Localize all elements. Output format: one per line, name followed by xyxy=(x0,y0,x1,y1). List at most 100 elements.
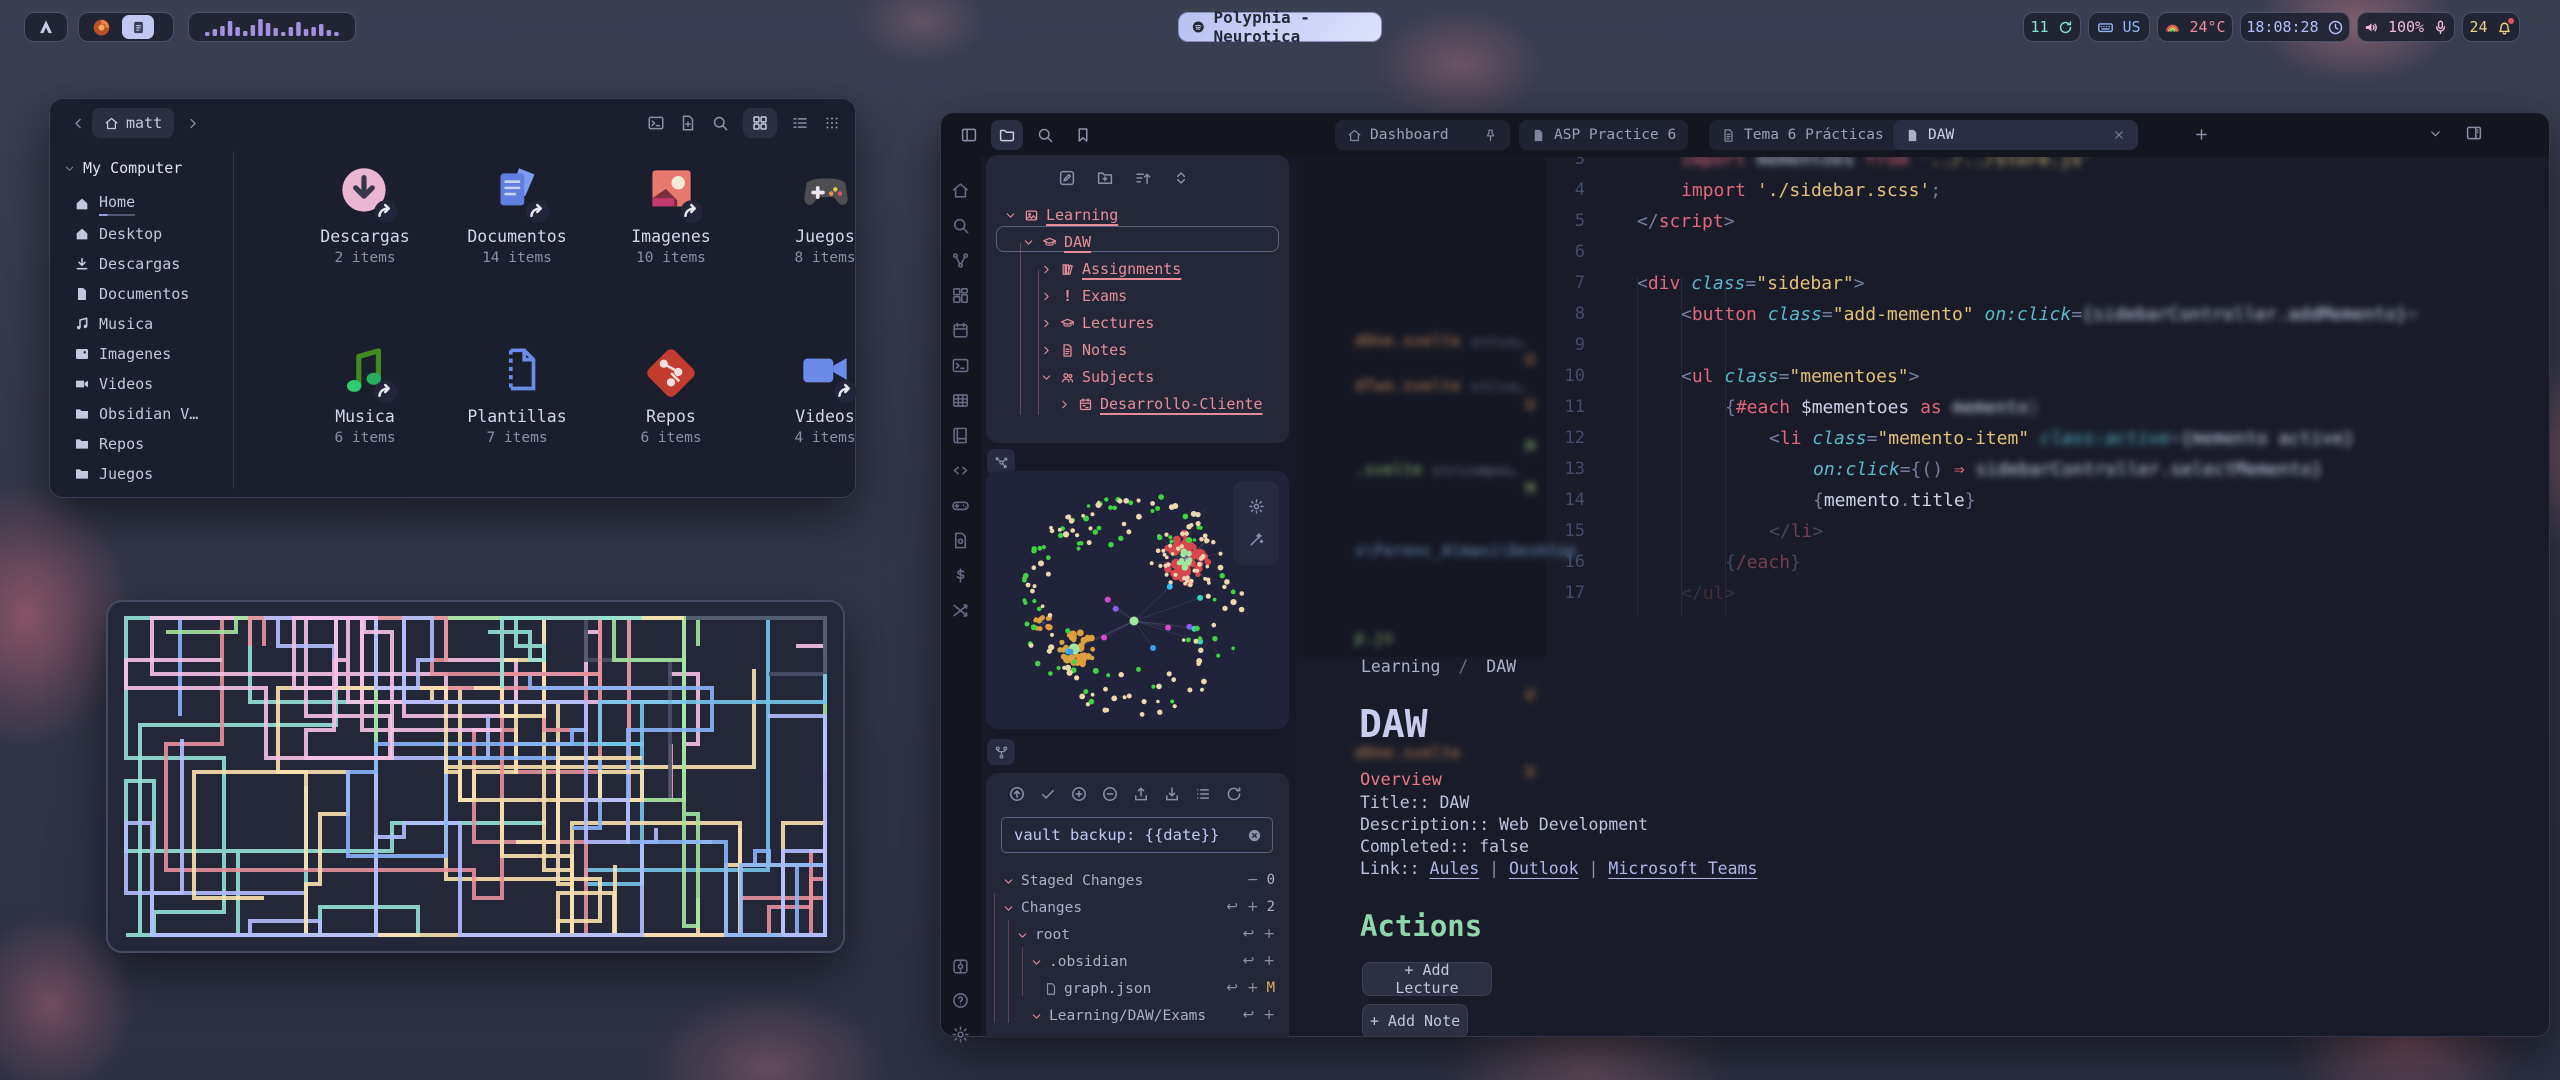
ribbon-git-graph-button[interactable] xyxy=(941,251,979,270)
ribbon-file-badge-button[interactable] xyxy=(941,531,979,550)
clock-widget[interactable]: 18:08:28 xyxy=(2240,12,2350,42)
ribbon-calendar-button[interactable] xyxy=(941,321,979,340)
new-tab-button[interactable] xyxy=(2193,126,2210,143)
git-row-.obsidian[interactable]: .obsidian xyxy=(1030,950,1128,974)
sidebar-item-videos[interactable]: Videos xyxy=(74,371,153,397)
tab-asp-practice-6[interactable]: ASP Practice 6 xyxy=(1519,120,1688,150)
git-row-staged-changes[interactable]: Staged Changes xyxy=(1002,869,1143,893)
collapse-all-button[interactable] xyxy=(1172,169,1190,187)
search-button[interactable] xyxy=(1029,120,1061,150)
grid-view-button[interactable] xyxy=(743,108,777,138)
folder-tile-musica[interactable]: Musica 6 items xyxy=(290,341,440,446)
ribbon-terminal-button[interactable] xyxy=(941,356,979,375)
tab-daw[interactable]: DAW xyxy=(1893,120,2138,150)
volume-widget[interactable]: 100% xyxy=(2357,12,2455,42)
sidebar-item-repos[interactable]: Repos xyxy=(74,431,144,457)
folder-tile-imagenes[interactable]: Imagenes 10 items xyxy=(596,161,746,266)
ribbon-home-button[interactable] xyxy=(941,181,979,200)
compact-view-button[interactable] xyxy=(823,114,841,132)
forward-button[interactable] xyxy=(178,116,206,131)
sidebar-item-obsidian-v-[interactable]: Obsidian V… xyxy=(74,401,198,427)
tab-tema-6-pr-cticas-[interactable]: Tema 6 Prácticas -… xyxy=(1709,120,1922,150)
ribbon-search-button[interactable] xyxy=(941,216,979,235)
pull-button[interactable] xyxy=(1163,785,1181,803)
git-row-learning-daw-exams[interactable]: Learning/DAW/Exams xyxy=(1030,1004,1206,1028)
change-list-button[interactable] xyxy=(1194,785,1212,803)
sidebar-item-home[interactable]: Home xyxy=(74,191,135,217)
back-button[interactable] xyxy=(64,116,92,131)
bookmark-button[interactable] xyxy=(1067,120,1099,150)
ribbon-book-button[interactable] xyxy=(941,426,979,445)
stage-all-button[interactable] xyxy=(1070,785,1088,803)
ribbon-shuffle-button[interactable] xyxy=(941,601,979,620)
folder-tile-videos[interactable]: Videos 4 items xyxy=(750,341,900,446)
terminal-button[interactable] xyxy=(647,114,665,132)
folder-tile-plantillas[interactable]: Plantillas 7 items xyxy=(442,341,592,446)
updates-widget[interactable]: 11 xyxy=(2023,12,2081,42)
commit-sync-button[interactable] xyxy=(1008,785,1026,803)
note-breadcrumb[interactable]: Learning / DAW xyxy=(1361,657,1516,676)
ribbon-settings-button[interactable] xyxy=(941,1025,979,1044)
graph-settings-button[interactable] xyxy=(1248,498,1265,515)
files-button[interactable] xyxy=(991,120,1023,150)
git-row-actions[interactable]: ↩ +2 xyxy=(1226,899,1275,915)
launcher-button[interactable] xyxy=(24,12,68,42)
list-view-button[interactable] xyxy=(791,114,809,132)
sidebar-item-musica[interactable]: Musica xyxy=(74,311,153,337)
breadcrumb[interactable]: matt xyxy=(92,108,174,138)
commit-message-input[interactable] xyxy=(1012,825,1247,845)
sidebar-item-imagenes[interactable]: Imagenes xyxy=(74,341,171,367)
refresh-button[interactable] xyxy=(1225,785,1243,803)
sidebar-item-descargas[interactable]: Descargas xyxy=(74,251,180,277)
sidebar-item-juegos[interactable]: Juegos xyxy=(74,461,153,487)
sort-button[interactable] xyxy=(1134,169,1152,187)
explorer-item-subjects[interactable]: Subjects xyxy=(1040,365,1154,389)
notifications-widget[interactable]: 24 xyxy=(2462,12,2520,42)
clear-input-icon[interactable] xyxy=(1247,828,1262,843)
tab-close-button[interactable] xyxy=(2112,128,2126,142)
git-row-changes[interactable]: Changes xyxy=(1002,896,1082,920)
note-link-outlook[interactable]: Outlook xyxy=(1509,859,1579,878)
new-file-button[interactable] xyxy=(679,114,697,132)
ribbon-table-button[interactable] xyxy=(941,391,979,410)
ribbon-layout-button[interactable] xyxy=(941,286,979,305)
explorer-item-lectures[interactable]: Lectures xyxy=(1040,311,1154,335)
new-note-button[interactable] xyxy=(1058,169,1076,187)
git-row-root[interactable]: root xyxy=(1016,923,1070,947)
unstage-all-button[interactable] xyxy=(1101,785,1119,803)
git-row-actions[interactable]: ↩ + xyxy=(1243,926,1275,942)
explorer-item-daw[interactable]: DAW xyxy=(1022,230,1091,254)
add-lecture-button[interactable]: + Add Lecture xyxy=(1362,962,1492,996)
commit-button[interactable] xyxy=(1039,785,1057,803)
git-row-graph.json[interactable]: graph.json xyxy=(1044,977,1151,1001)
explorer-item-desarrollo-cliente[interactable]: Desarrollo-Cliente xyxy=(1058,392,1263,416)
git-row-actions[interactable]: ↩ +M xyxy=(1226,980,1275,996)
folder-tile-repos[interactable]: Repos 6 items xyxy=(596,341,746,446)
weather-widget[interactable]: 24°C xyxy=(2157,12,2233,42)
new-folder-button[interactable] xyxy=(1096,169,1114,187)
ribbon-dollar-button[interactable] xyxy=(941,566,979,585)
folder-tile-juegos[interactable]: Juegos 8 items xyxy=(750,161,900,266)
sidebar-section-header[interactable]: My Computer xyxy=(64,159,182,177)
keyboard-layout-widget[interactable]: US xyxy=(2088,12,2150,42)
ribbon-gamepad-button[interactable] xyxy=(941,496,979,515)
push-button[interactable] xyxy=(1132,785,1150,803)
folder-tile-descargas[interactable]: Descargas 2 items xyxy=(290,161,440,266)
explorer-item-assignments[interactable]: Assignments xyxy=(1040,257,1181,281)
ribbon-vault-button[interactable] xyxy=(941,957,979,976)
ribbon-code-button[interactable] xyxy=(941,461,979,480)
now-playing-widget[interactable]: Polyphia - Neurotica xyxy=(1178,12,1382,42)
explorer-item-exams[interactable]: !Exams xyxy=(1040,284,1127,308)
tab-dashboard[interactable]: Dashboard xyxy=(1335,120,1510,150)
git-row-actions[interactable]: ↩ + xyxy=(1243,953,1275,969)
graph-filter-button[interactable] xyxy=(1248,531,1265,548)
folder-tile-documentos[interactable]: Documentos 14 items xyxy=(442,161,592,266)
sidebar-toggle-button[interactable] xyxy=(953,120,985,150)
note-link-aules[interactable]: Aules xyxy=(1430,859,1480,878)
add-note-button[interactable]: + Add Note xyxy=(1362,1004,1468,1036)
source-control-tab[interactable] xyxy=(987,739,1015,765)
sidebar-item-documentos[interactable]: Documentos xyxy=(74,281,189,307)
editor-app-icon[interactable] xyxy=(122,15,154,39)
tab-list-button[interactable] xyxy=(2428,126,2443,141)
note-link-microsoft-teams[interactable]: Microsoft Teams xyxy=(1608,859,1757,878)
